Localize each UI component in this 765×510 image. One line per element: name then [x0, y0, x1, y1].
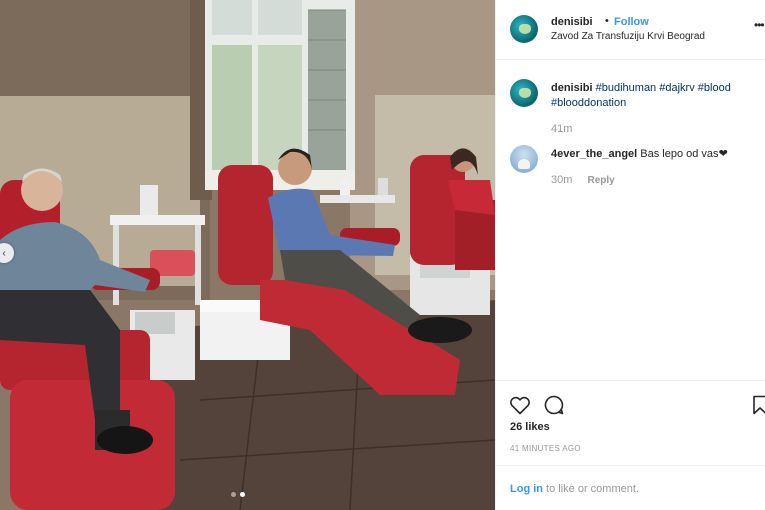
hashtag-link[interactable]: #budihuman	[596, 82, 657, 94]
commenter-avatar[interactable]	[510, 145, 538, 173]
caption-time[interactable]: 41m	[551, 123, 572, 135]
comment-body: Bas lepo od vas	[640, 148, 719, 160]
post-sidebar: denisibi • Follow Zavod Za Transfuziju K…	[495, 0, 765, 510]
bookmark-icon[interactable]	[748, 393, 765, 417]
login-rest: to like or comment.	[543, 483, 639, 495]
post-timestamp[interactable]: 41 MINUTES AGO	[510, 444, 581, 453]
reply-button[interactable]: Reply	[587, 175, 614, 186]
avatar[interactable]	[510, 15, 538, 43]
login-link[interactable]: Log in	[510, 483, 543, 495]
more-horizontal-icon[interactable]: •••	[754, 19, 765, 31]
heart-emoji: ❤	[718, 148, 728, 160]
follow-button[interactable]: Follow	[614, 16, 649, 28]
caption-avatar[interactable]	[510, 79, 538, 107]
hashtag-link[interactable]: #blooddonation	[551, 97, 626, 109]
comment-meta: 30m Reply	[551, 174, 615, 186]
chevron-left-icon: ‹	[2, 247, 6, 259]
hashtag-link[interactable]: #blood	[698, 82, 731, 94]
comment-time[interactable]: 30m	[551, 174, 572, 186]
carousel-dot-active	[240, 492, 245, 497]
post-location[interactable]: Zavod Za Transfuziju Krvi Beograd	[551, 31, 705, 42]
commenter-username[interactable]: 4ever_the_angel	[551, 148, 637, 160]
post-photo[interactable]: ‹	[0, 0, 495, 510]
comment-text: 4ever_the_angel Bas lepo od vas❤	[551, 147, 728, 160]
separator-dot: •	[605, 15, 609, 27]
carousel-dot	[231, 492, 236, 497]
caption-username[interactable]: denisibi	[551, 82, 593, 94]
like-count[interactable]: 26 likes	[510, 421, 550, 433]
post-header: denisibi • Follow Zavod Za Transfuziju K…	[496, 0, 765, 60]
hashtag-link[interactable]: #dajkrv	[659, 82, 694, 94]
login-text: Log in to like or comment.	[510, 483, 639, 495]
blood-donation-photo	[0, 0, 495, 510]
comment-bubble-icon[interactable]	[542, 393, 566, 417]
post-username[interactable]: denisibi	[551, 16, 593, 28]
caption-text: denisibi #budihuman #dajkrv #blood #bloo…	[551, 81, 761, 111]
login-prompt: Log in to like or comment.	[496, 465, 765, 510]
carousel-indicator	[231, 492, 245, 497]
heart-icon[interactable]	[508, 393, 532, 417]
post-actions: 26 likes 41 MINUTES AGO Log in to like o…	[496, 380, 765, 510]
